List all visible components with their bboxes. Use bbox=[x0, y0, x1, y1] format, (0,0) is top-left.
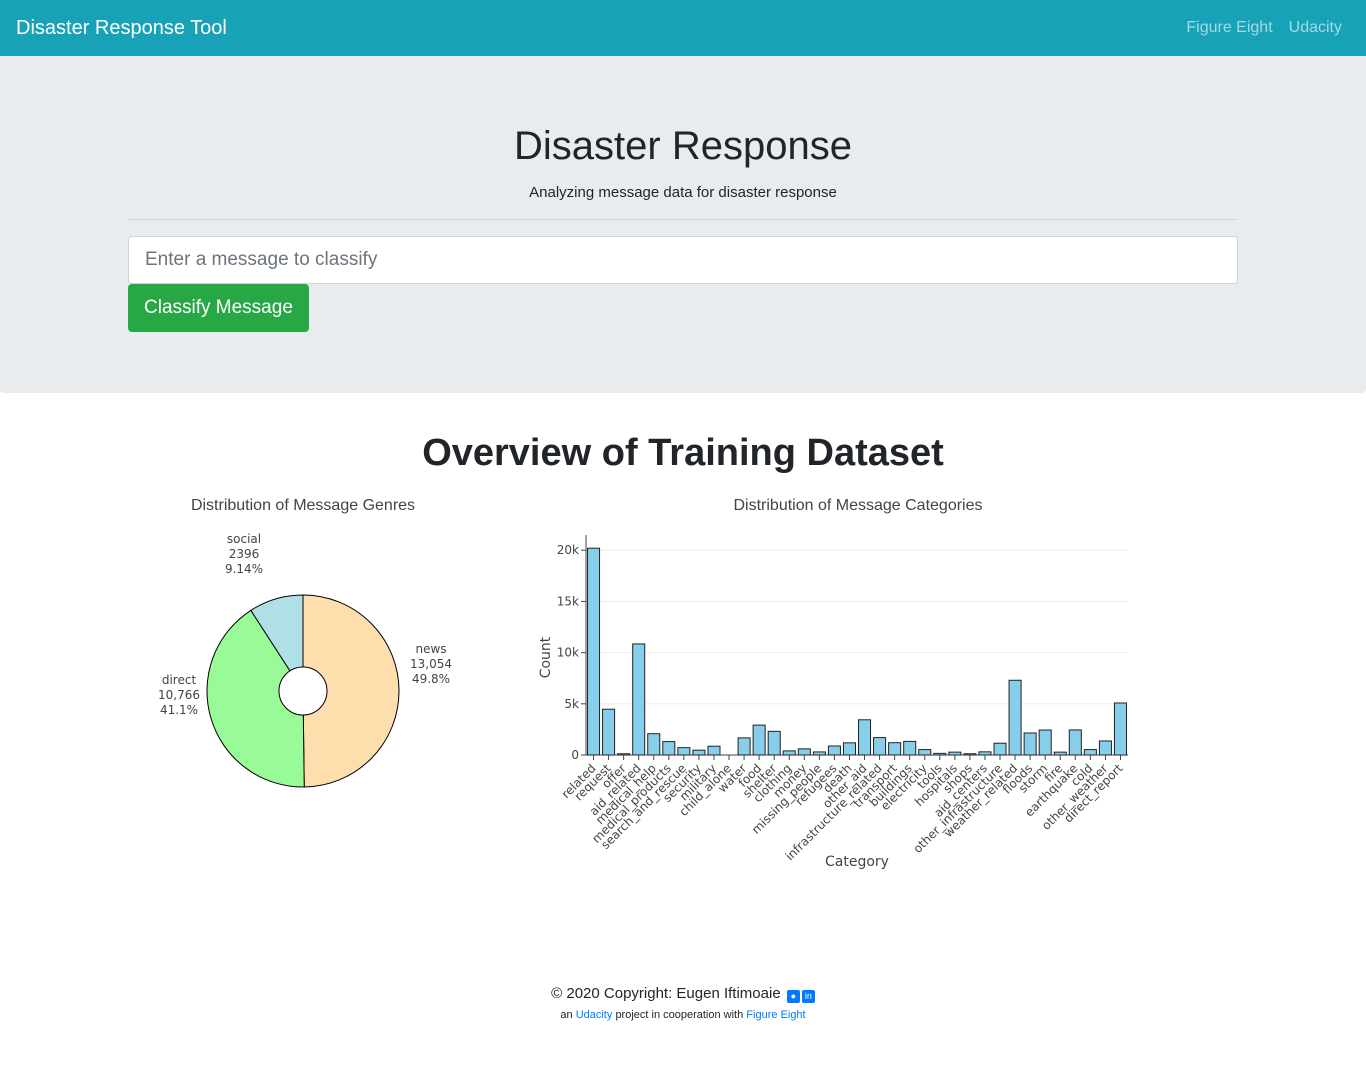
navbar-brand[interactable]: Disaster Response Tool bbox=[16, 17, 227, 40]
bar-refugees[interactable] bbox=[827, 745, 841, 756]
footer-middle-text: project in cooperation with bbox=[615, 1009, 744, 1021]
bar-hospitals[interactable] bbox=[948, 751, 962, 756]
bar-security[interactable] bbox=[692, 749, 706, 756]
bar-other_weather[interactable] bbox=[1098, 740, 1112, 756]
nav-link-figure-eight[interactable]: Figure Eight bbox=[1186, 19, 1272, 37]
nav-link-udacity[interactable]: Udacity bbox=[1289, 19, 1342, 37]
bar-medical_help[interactable] bbox=[647, 733, 661, 756]
bar-aid_related[interactable] bbox=[632, 643, 646, 756]
pie-label-line: news bbox=[415, 642, 446, 656]
bar-shops[interactable] bbox=[963, 753, 977, 756]
pie-label-line: 10,766 bbox=[158, 688, 200, 702]
page-title: Disaster Response bbox=[514, 124, 852, 168]
bar-clothing[interactable] bbox=[782, 750, 796, 756]
bar-medical_products[interactable] bbox=[662, 741, 676, 756]
copyright-line: © 2020 Copyright: Eugen Iftimoaie ● in bbox=[0, 985, 1366, 1003]
bar-tools[interactable] bbox=[933, 752, 947, 756]
bar-request[interactable] bbox=[602, 708, 616, 756]
x-axis-title: Category bbox=[825, 854, 889, 870]
copyright-text: © 2020 Copyright: Eugen Iftimoaie bbox=[551, 985, 781, 1002]
pie-label-line: 13,054 bbox=[410, 657, 452, 671]
classify-message-button[interactable]: Classify Message bbox=[128, 284, 309, 332]
y-tick-label: 0 bbox=[571, 748, 579, 762]
bar-transport[interactable] bbox=[888, 742, 902, 756]
bar-other_infrastructure[interactable] bbox=[993, 742, 1007, 756]
bar-storm[interactable] bbox=[1038, 729, 1052, 756]
category-bar-chart: 05k10k15k20krelatedrequestofferaid_relat… bbox=[538, 535, 1128, 870]
bar-food[interactable] bbox=[752, 724, 766, 756]
bar-aid_centers[interactable] bbox=[978, 751, 992, 756]
linkedin-icon[interactable]: in bbox=[801, 990, 815, 1003]
github-icon[interactable]: ● bbox=[786, 990, 800, 1003]
bar-buildings[interactable] bbox=[903, 740, 917, 756]
page-subtitle: Analyzing message data for disaster resp… bbox=[529, 184, 837, 201]
pie-label-line: direct bbox=[162, 673, 197, 687]
bar-weather_related[interactable] bbox=[1008, 679, 1022, 756]
footer-subtext: an Udacity project in cooperation with F… bbox=[0, 1009, 1366, 1021]
bar-search_and_rescue[interactable] bbox=[677, 747, 691, 756]
overview-title: Overview of Training Dataset bbox=[422, 432, 944, 474]
navbar-links: Figure Eight Udacity bbox=[1186, 19, 1350, 37]
bar-money[interactable] bbox=[797, 748, 811, 756]
bar-electricity[interactable] bbox=[918, 749, 932, 756]
pie-label-line: 41.1% bbox=[160, 703, 198, 717]
y-tick-label: 10k bbox=[557, 646, 579, 660]
message-input[interactable] bbox=[128, 236, 1238, 284]
bar-direct_report[interactable] bbox=[1113, 702, 1127, 756]
pie-label-news: news13,05449.8% bbox=[410, 642, 452, 686]
bar-shelter[interactable] bbox=[767, 730, 781, 756]
bar-offer[interactable] bbox=[617, 753, 631, 756]
bar-death[interactable] bbox=[842, 742, 856, 756]
bar-earthquake[interactable] bbox=[1068, 729, 1082, 756]
footer-link-figure-eight[interactable]: Figure Eight bbox=[746, 1009, 805, 1021]
pie-label-social: social23969.14% bbox=[225, 532, 263, 576]
pie-label-line: 2396 bbox=[229, 547, 260, 561]
bar-cold[interactable] bbox=[1083, 749, 1097, 756]
hero-section: Disaster Response Analyzing message data… bbox=[0, 56, 1366, 393]
genre-pie-chart: news13,05449.8% direct10,76641.1% social23… bbox=[158, 532, 452, 788]
bar-other_aid[interactable] bbox=[858, 719, 872, 756]
bar-fire[interactable] bbox=[1053, 751, 1067, 756]
y-tick-label: 5k bbox=[564, 697, 579, 711]
bar-infrastructure_related[interactable] bbox=[873, 737, 887, 756]
footer: © 2020 Copyright: Eugen Iftimoaie ● in an… bbox=[0, 985, 1366, 1021]
pie-hole bbox=[278, 666, 328, 716]
bar-related[interactable] bbox=[587, 547, 601, 756]
divider bbox=[128, 219, 1238, 220]
pie-label-line: social bbox=[227, 532, 261, 546]
pie-label-line: 9.14% bbox=[225, 562, 263, 576]
bar-missing_people[interactable] bbox=[812, 751, 826, 756]
pie-label-line: 49.8% bbox=[412, 672, 450, 686]
pie-label-direct: direct10,76641.1% bbox=[158, 673, 200, 717]
footer-link-udacity[interactable]: Udacity bbox=[576, 1009, 613, 1021]
bar-floods[interactable] bbox=[1023, 732, 1037, 756]
bar-military[interactable] bbox=[707, 745, 721, 756]
footer-prefix: an bbox=[560, 1009, 573, 1021]
y-axis-title: Count bbox=[538, 636, 554, 678]
y-tick-label: 20k bbox=[557, 543, 579, 557]
charts-area: Distribution of Message Genres Distribut… bbox=[0, 475, 1366, 955]
y-tick-label: 15k bbox=[557, 594, 579, 608]
bar-water[interactable] bbox=[737, 737, 751, 756]
navbar: Disaster Response Tool Figure Eight Udac… bbox=[0, 0, 1366, 56]
